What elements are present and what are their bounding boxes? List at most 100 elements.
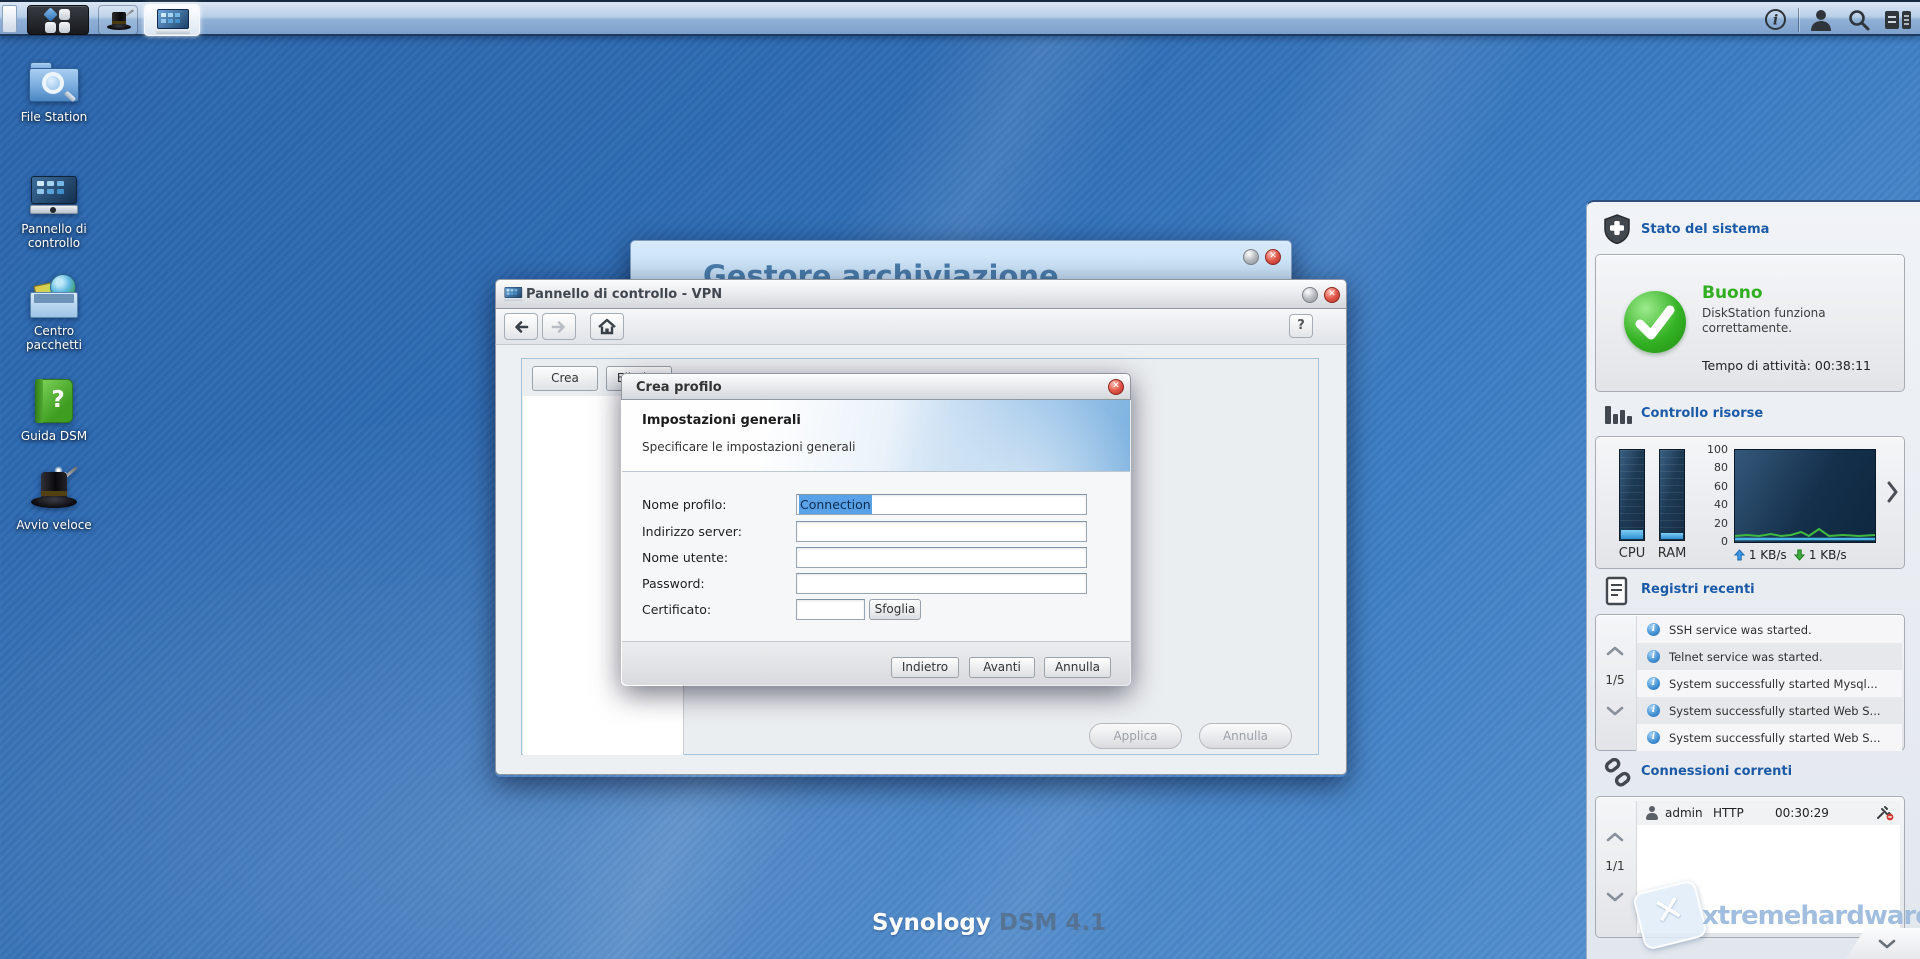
browse-button[interactable]: Sfoglia [869, 599, 921, 620]
svg-text:i: i [1773, 13, 1778, 29]
connections-page-up[interactable] [1606, 827, 1624, 846]
logs-page-down[interactable] [1606, 701, 1624, 720]
password-input[interactable] [796, 573, 1087, 594]
connections-pager: 1/1 [1605, 859, 1625, 873]
connection-row: admin HTTP 00:30:29 [1637, 801, 1900, 825]
disconnect-icon[interactable] [1876, 805, 1894, 824]
desktop-icon-dsm-help[interactable]: ? Guida DSM [8, 377, 100, 443]
upload-rate: 1 KB/s [1733, 548, 1787, 562]
pilot-view-icon[interactable] [1884, 10, 1912, 34]
resource-monitor-card: CPU RAM 100 80 60 40 20 0 1 KB/s 1 KB/s [1595, 436, 1905, 569]
axis-tick: 40 [1714, 498, 1728, 511]
next-button[interactable]: Avanti [969, 657, 1035, 678]
logs-page-up[interactable] [1606, 641, 1624, 660]
status-description: DiskStation funziona correttamente. [1702, 306, 1826, 335]
info-icon [1647, 677, 1660, 690]
back-button[interactable]: Indietro [891, 657, 959, 678]
create-button[interactable]: Crea [532, 366, 598, 391]
taskbar-divider [1798, 8, 1799, 32]
desktop-icon-label: Pannello di controllo [21, 222, 87, 250]
log-row: SSH service was started. [1637, 616, 1902, 643]
search-icon[interactable] [1847, 8, 1872, 36]
connection-user: admin [1665, 806, 1703, 820]
minimize-button[interactable] [1243, 249, 1259, 265]
profile-name-input[interactable]: Connection [796, 494, 1087, 515]
desktop-icon-file-station[interactable]: File Station [8, 58, 100, 124]
selected-text: Connection [799, 495, 872, 514]
package-center-icon [28, 272, 80, 320]
dialog-body: Nome profilo: Connection Indirizzo serve… [622, 472, 1130, 641]
download-rate: 1 KB/s [1793, 548, 1847, 562]
desktop-icon-control-panel[interactable]: Pannello di controllo [8, 170, 100, 250]
info-icon [1647, 623, 1660, 636]
desktop-icon-label: File Station [20, 110, 88, 124]
taskbar-quick-launch-button[interactable] [98, 5, 138, 35]
bar-chart-icon [1603, 402, 1633, 432]
logs-pager: 1/5 [1605, 673, 1625, 687]
minimize-button[interactable] [1302, 287, 1318, 303]
desktop-icon-quick-start[interactable]: Avvio veloce [8, 465, 100, 532]
dsm-branding: Synology DSM 4.1 [872, 910, 1106, 936]
cancel-button[interactable]: Annulla [1199, 723, 1292, 749]
cancel-button[interactable]: Annulla [1044, 657, 1111, 678]
close-button[interactable] [1324, 287, 1340, 303]
certificate-label: Certificato: [642, 602, 712, 617]
username-label: Nome utente: [642, 550, 729, 565]
create-profile-dialog: Crea profilo Impostazioni generali Speci… [621, 373, 1131, 686]
info-icon [1647, 650, 1660, 663]
desktop-icon-package-center[interactable]: Centro pacchetti [8, 272, 100, 352]
info-icon [1647, 731, 1660, 744]
info-icon[interactable]: i [1764, 8, 1787, 35]
axis-tick: 20 [1714, 517, 1728, 530]
synology-logo-text: Synology [872, 910, 991, 936]
show-desktop-button[interactable] [2, 5, 17, 33]
ram-label: RAM [1657, 546, 1687, 561]
control-panel-icon [156, 9, 190, 34]
close-button[interactable] [1265, 249, 1281, 265]
dialog-section-title: Impostazioni generali [642, 413, 801, 428]
axis-tick: 100 [1707, 443, 1728, 456]
apply-button[interactable]: Applica [1089, 723, 1182, 749]
server-address-label: Indirizzo server: [642, 524, 742, 539]
control-panel-icon [504, 287, 523, 301]
link-icon [1603, 757, 1633, 792]
network-chart [1734, 449, 1876, 543]
system-status-title: Stato del sistema [1641, 222, 1770, 237]
widget-panel: Stato del sistema Buono DiskStation funz… [1586, 200, 1920, 959]
home-button[interactable] [590, 313, 624, 340]
password-label: Password: [642, 576, 705, 591]
forward-button[interactable] [542, 313, 576, 340]
desktop-icon-label: Avvio veloce [16, 518, 92, 532]
profile-name-label: Nome profilo: [642, 497, 727, 512]
user-icon[interactable] [1808, 8, 1834, 36]
desktop-icon-label: Centro pacchetti [26, 324, 82, 352]
vpn-window-titlebar[interactable]: Pannello di controllo - VPN [495, 279, 1347, 309]
taskbar-control-panel-button[interactable] [144, 4, 200, 36]
cpu-label: CPU [1618, 546, 1646, 561]
dialog-title: Crea profilo [636, 380, 722, 395]
close-button[interactable] [1108, 379, 1124, 395]
expand-chevron-icon[interactable] [1886, 481, 1899, 507]
control-panel-icon [28, 170, 80, 218]
connections-page-down[interactable] [1606, 887, 1624, 906]
log-document-icon [1603, 576, 1631, 610]
main-menu-button[interactable] [27, 5, 89, 35]
dialog-titlebar[interactable]: Crea profilo [621, 373, 1131, 400]
watermark-text: xtremehardware.com [1702, 901, 1920, 931]
magic-hat-icon [28, 465, 80, 514]
certificate-input[interactable] [796, 599, 865, 620]
main-menu-grid-icon [43, 7, 71, 33]
dialog-header: Impostazioni generali Specificare le imp… [622, 400, 1130, 472]
username-input[interactable] [796, 547, 1087, 568]
magic-hat-icon [107, 9, 134, 31]
uptime-text: Tempo di attività: 00:38:11 [1702, 358, 1872, 373]
user-icon [1645, 806, 1659, 820]
log-list: SSH service was started. Telnet service … [1636, 616, 1902, 751]
help-button[interactable]: ? [1289, 314, 1313, 338]
dsm-version-text: DSM 4.1 [998, 910, 1107, 936]
log-row: System successfully started Mysql... [1637, 670, 1902, 697]
back-button[interactable] [504, 313, 538, 340]
server-address-input[interactable] [796, 521, 1087, 542]
ram-gauge [1659, 449, 1685, 541]
shield-icon [1603, 214, 1631, 248]
